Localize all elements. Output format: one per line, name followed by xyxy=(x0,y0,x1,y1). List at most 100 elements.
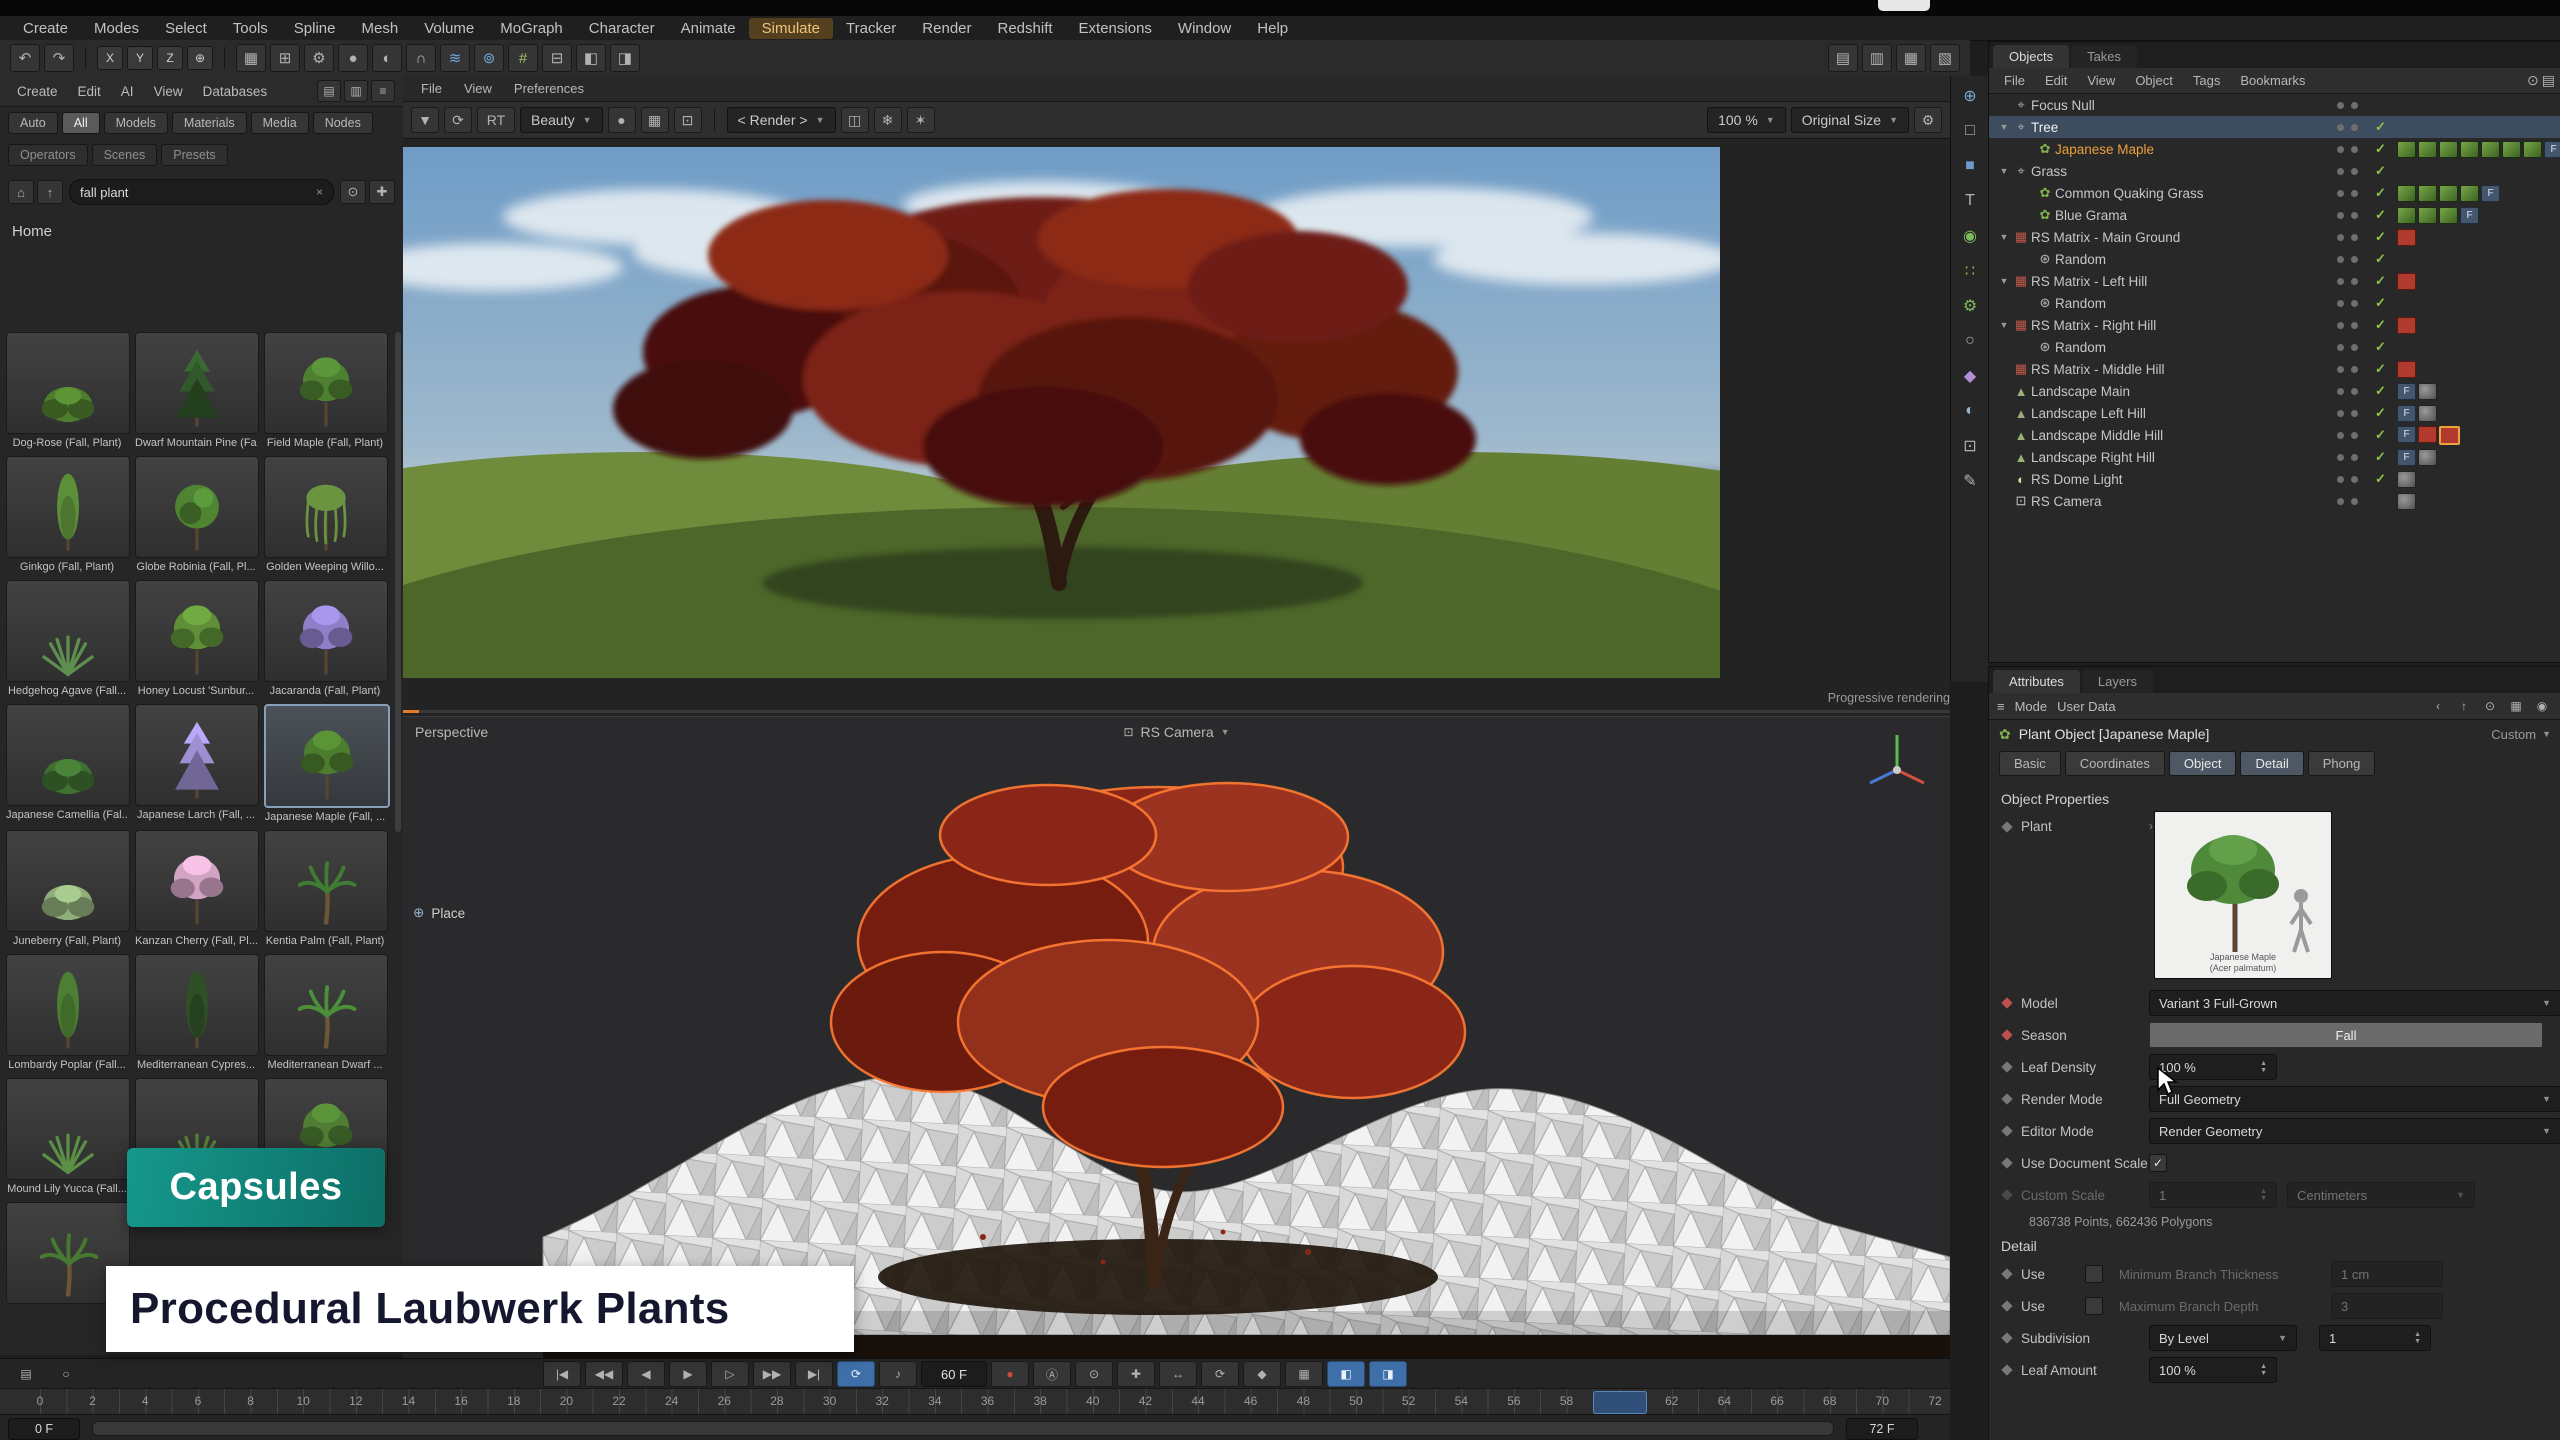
objects-menu-bookmarks[interactable]: Bookmarks xyxy=(2231,71,2314,90)
generic-tag[interactable] xyxy=(2418,449,2437,466)
attribute-tab-object[interactable]: Object xyxy=(2169,751,2237,776)
plant-thumbnail[interactable] xyxy=(6,580,130,682)
view-list-icon[interactable]: ▥ xyxy=(344,80,368,102)
history-icon[interactable]: ⟳ xyxy=(444,107,472,133)
visibility-dots[interactable] xyxy=(2337,388,2358,395)
render-settings-icon[interactable]: ⚙ xyxy=(1914,107,1942,133)
asset-browser-scrollbar[interactable] xyxy=(395,332,401,832)
layout-grid-icon[interactable]: ▦ xyxy=(1896,44,1926,72)
layers-icon[interactable]: ▤ xyxy=(8,1362,44,1386)
object-row-japanese-maple[interactable]: ✿Japanese Maple✓F xyxy=(1989,138,2560,160)
leaf-amount-field[interactable]: 100 % ▲▼ xyxy=(2149,1357,2277,1383)
material-chip[interactable] xyxy=(2439,207,2458,224)
editor-visibility-dot[interactable] xyxy=(2337,410,2344,417)
plant-preview-thumbnail[interactable]: Japanese Maple (Acer palmatum) xyxy=(2154,811,2332,979)
material-manager-icon[interactable]: ● xyxy=(338,44,368,72)
asset-tab-all[interactable]: All xyxy=(62,112,100,134)
coord-system-button[interactable]: ⊕ xyxy=(187,46,213,70)
visibility-dots[interactable] xyxy=(2337,146,2358,153)
menu-window[interactable]: Window xyxy=(1165,18,1244,39)
asset-menu-edit[interactable]: Edit xyxy=(69,82,110,101)
autokey-button[interactable]: Ⓐ xyxy=(1033,1361,1071,1387)
render-visibility-dot[interactable] xyxy=(2351,322,2358,329)
visibility-dots[interactable] xyxy=(2337,454,2358,461)
material-chip[interactable] xyxy=(2460,185,2479,202)
timeline-playhead[interactable] xyxy=(1593,1391,1647,1414)
object-row-random[interactable]: ⊛Random✓ xyxy=(1989,292,2560,314)
use-max-branch-checkbox[interactable] xyxy=(2085,1297,2103,1315)
object-row-blue-grama[interactable]: ✿Blue Grama✓F xyxy=(1989,204,2560,226)
menu-create[interactable]: Create xyxy=(10,18,81,39)
editor-visibility-dot[interactable] xyxy=(2337,300,2344,307)
interface-icon[interactable]: ▧ xyxy=(1930,44,1960,72)
material-chip[interactable] xyxy=(2523,141,2542,158)
object-row-grass[interactable]: ▼⌖Grass✓ xyxy=(1989,160,2560,182)
plant-thumbnail[interactable] xyxy=(6,1078,130,1180)
plant-thumbnail[interactable] xyxy=(6,830,130,932)
record-parameter-button[interactable]: ◆ xyxy=(1243,1361,1281,1387)
menu-render[interactable]: Render xyxy=(909,18,984,39)
enabled-check-icon[interactable]: ✓ xyxy=(2375,207,2386,223)
menu-animate[interactable]: Animate xyxy=(668,18,749,39)
model-dropdown[interactable]: Variant 3 Full-Grown▼ xyxy=(2149,990,2560,1016)
generic-tag[interactable] xyxy=(2397,493,2416,510)
region-render-icon[interactable]: ⊡ xyxy=(674,107,702,133)
record-rotation-button[interactable]: ⟳ xyxy=(1201,1361,1239,1387)
current-frame-field[interactable]: 60 F xyxy=(921,1361,987,1387)
menu-spline[interactable]: Spline xyxy=(281,18,349,39)
render-visibility-dot[interactable] xyxy=(2351,476,2358,483)
render-visibility-dot[interactable] xyxy=(2351,388,2358,395)
menu-tools[interactable]: Tools xyxy=(220,18,281,39)
generic-tag[interactable] xyxy=(2418,405,2437,422)
viewport-view-label[interactable]: Perspective xyxy=(415,724,488,740)
asset-menu-create[interactable]: Create xyxy=(8,82,67,101)
enabled-check-icon[interactable]: ✓ xyxy=(2375,471,2386,487)
menu-character[interactable]: Character xyxy=(576,18,668,39)
render-settings-button[interactable]: ⚙ xyxy=(304,44,334,72)
plant-thumbnail[interactable] xyxy=(264,954,388,1056)
subdivision-level-field[interactable]: 1 ▲▼ xyxy=(2319,1325,2431,1351)
text-tool-icon[interactable]: T xyxy=(1956,187,1984,215)
enabled-check-icon[interactable]: ✓ xyxy=(2375,383,2386,399)
prev-frame-button[interactable]: ◀ xyxy=(627,1361,665,1387)
object-row-common-quaking-grass[interactable]: ✿Common Quaking Grass✓F xyxy=(1989,182,2560,204)
material-chip[interactable] xyxy=(2397,141,2416,158)
search-input[interactable]: fall plant × xyxy=(69,179,334,205)
plant-thumbnail[interactable] xyxy=(264,830,388,932)
enabled-check-icon[interactable]: ✓ xyxy=(2375,295,2386,311)
render-zoom-dropdown[interactable]: 100 %▼ xyxy=(1707,107,1786,133)
cube-icon[interactable]: ■ xyxy=(1956,152,1984,180)
max-branch-depth-field[interactable]: 3 xyxy=(2331,1293,2443,1319)
editor-visibility-dot[interactable] xyxy=(2337,168,2344,175)
post-effects-icon[interactable]: ✶ xyxy=(907,107,935,133)
enabled-check-icon[interactable]: ✓ xyxy=(2375,119,2386,135)
lock-x-button[interactable]: X xyxy=(97,46,123,70)
asset-tab-materials[interactable]: Materials xyxy=(172,112,247,134)
enabled-check-icon[interactable]: ✓ xyxy=(2375,427,2386,443)
asset-menu-ai[interactable]: AI xyxy=(112,82,143,101)
asset-tab-models[interactable]: Models xyxy=(104,112,168,134)
play-button[interactable]: ▶ xyxy=(669,1361,707,1387)
save-image-icon[interactable]: ▼ xyxy=(411,107,439,133)
simulate-scene-icon[interactable]: ≋ xyxy=(440,44,470,72)
playback-a-button[interactable]: ◧ xyxy=(1327,1361,1365,1387)
editor-mode-dropdown[interactable]: Render Geometry▼ xyxy=(2149,1118,2560,1144)
expand-arrow-icon[interactable]: ▼ xyxy=(1997,320,2011,330)
lock-z-button[interactable]: Z xyxy=(157,46,183,70)
burger-icon[interactable]: ≡ xyxy=(1997,699,2005,714)
goto-end-button[interactable]: ▶| xyxy=(795,1361,833,1387)
render-view-menu-preferences[interactable]: Preferences xyxy=(504,79,594,98)
material-chip[interactable] xyxy=(2418,185,2437,202)
render-size-dropdown[interactable]: Original Size▼ xyxy=(1791,107,1909,133)
enabled-check-icon[interactable]: ✓ xyxy=(2375,273,2386,289)
back-icon[interactable]: ↑ xyxy=(37,180,63,204)
camera-dropdown-icon[interactable]: ▼ xyxy=(1221,727,1230,737)
expand-arrow-icon[interactable]: ▼ xyxy=(1997,166,2011,176)
denoise-icon[interactable]: ❄ xyxy=(874,107,902,133)
asset-tab-presets[interactable]: Presets xyxy=(161,144,227,166)
editor-visibility-dot[interactable] xyxy=(2337,256,2344,263)
plant-thumbnail[interactable] xyxy=(6,332,130,434)
enabled-check-icon[interactable]: ✓ xyxy=(2375,361,2386,377)
add-icon[interactable]: ✚ xyxy=(369,180,395,204)
editor-visibility-dot[interactable] xyxy=(2337,476,2344,483)
